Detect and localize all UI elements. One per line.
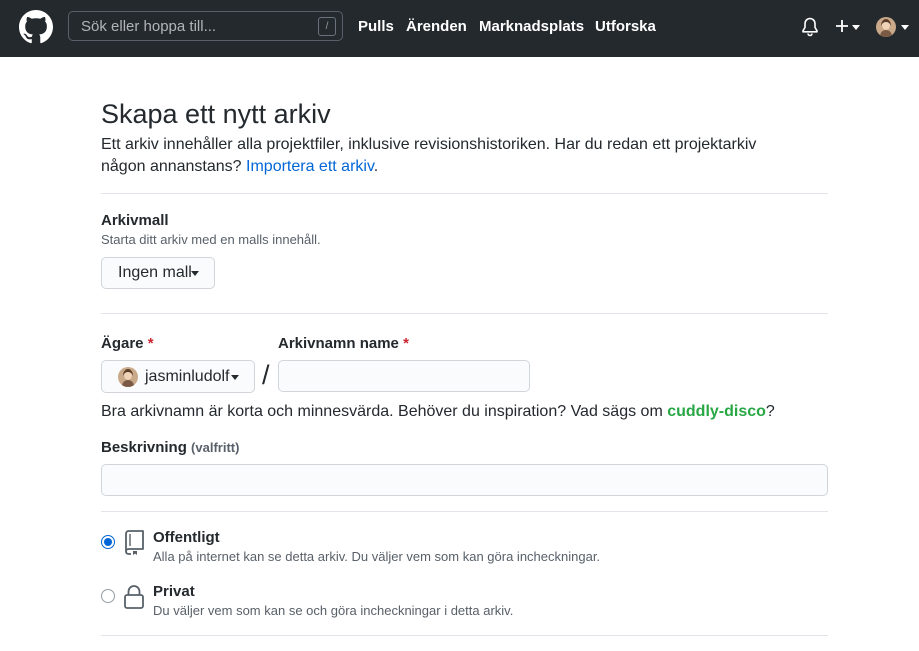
public-radio[interactable] [101, 535, 115, 549]
description-label: Beskrivning (valfritt) [101, 439, 239, 456]
notifications-bell-icon[interactable] [801, 17, 819, 37]
create-new-plus-icon[interactable] [834, 18, 850, 34]
search-placeholder: Sök eller hoppa till... [81, 18, 217, 35]
divider [101, 635, 828, 636]
repo-name-label: Arkivnamn name * [278, 335, 409, 352]
owner-select-button[interactable]: jasminludolf [101, 360, 255, 393]
repo-name-hint-text: Bra arkivnamn är korta och minnesvärda. … [101, 403, 668, 420]
nav-issues[interactable]: Ärenden [406, 18, 467, 35]
page-title: Skapa ett nytt arkiv [101, 99, 331, 129]
page-description: Ett arkiv innehåller alla projektfiler, … [101, 134, 801, 178]
divider [101, 193, 828, 194]
chevron-down-icon [191, 271, 199, 276]
nav-explore[interactable]: Utforska [595, 18, 656, 35]
nav-pulls[interactable]: Pulls [358, 18, 394, 35]
public-option-desc: Alla på internet kan se detta arkiv. Du … [153, 549, 601, 564]
top-navigation-bar: Sök eller hoppa till... / Pulls Ärenden … [0, 0, 919, 57]
divider [101, 511, 828, 512]
template-label: Arkivmall [101, 212, 169, 229]
page-description-suffix: . [373, 158, 379, 175]
user-menu-chevron-down-icon[interactable] [901, 25, 909, 30]
owner-select-label: jasminludolf [145, 368, 230, 385]
optional-note: (valfritt) [191, 440, 240, 455]
owner-repo-separator: / [262, 360, 270, 390]
description-input[interactable] [101, 464, 828, 496]
private-radio[interactable] [101, 589, 115, 603]
nav-marketplace[interactable]: Marknadsplats [479, 18, 584, 35]
github-logo-icon[interactable] [19, 10, 53, 44]
owner-avatar [118, 367, 138, 387]
create-menu-chevron-down-icon[interactable] [852, 25, 860, 30]
search-input[interactable]: Sök eller hoppa till... / [68, 11, 343, 41]
description-label-text: Beskrivning [101, 439, 187, 456]
template-select-button[interactable]: Ingen mall [101, 257, 215, 289]
template-note: Starta ditt arkiv med en malls innehåll. [101, 232, 321, 247]
suggested-name-link[interactable]: cuddly-disco [667, 403, 766, 420]
owner-label-text: Ägare [101, 335, 144, 352]
search-shortcut-key: / [318, 17, 336, 36]
required-mark: * [403, 335, 409, 352]
repo-name-input[interactable] [278, 360, 530, 392]
repo-book-icon [125, 530, 144, 555]
private-option-title[interactable]: Privat [153, 583, 195, 600]
required-mark: * [147, 335, 154, 352]
chevron-down-icon [231, 375, 239, 380]
private-option-desc: Du väljer vem som kan se och göra inchec… [153, 603, 514, 618]
page-description-text: Ett arkiv innehåller alla projektfiler, … [101, 136, 757, 175]
template-select-label: Ingen mall [118, 264, 192, 281]
repo-name-label-text: Arkivnamn name [278, 335, 399, 352]
public-option-title[interactable]: Offentligt [153, 529, 220, 546]
user-avatar[interactable] [876, 17, 896, 37]
owner-label: Ägare * [101, 335, 154, 352]
repo-name-hint: Bra arkivnamn är korta och minnesvärda. … [101, 403, 775, 421]
divider [101, 313, 828, 314]
import-repository-link[interactable]: Importera ett arkiv [246, 158, 374, 175]
lock-icon [124, 585, 144, 609]
repo-name-hint-suffix: ? [765, 403, 775, 420]
